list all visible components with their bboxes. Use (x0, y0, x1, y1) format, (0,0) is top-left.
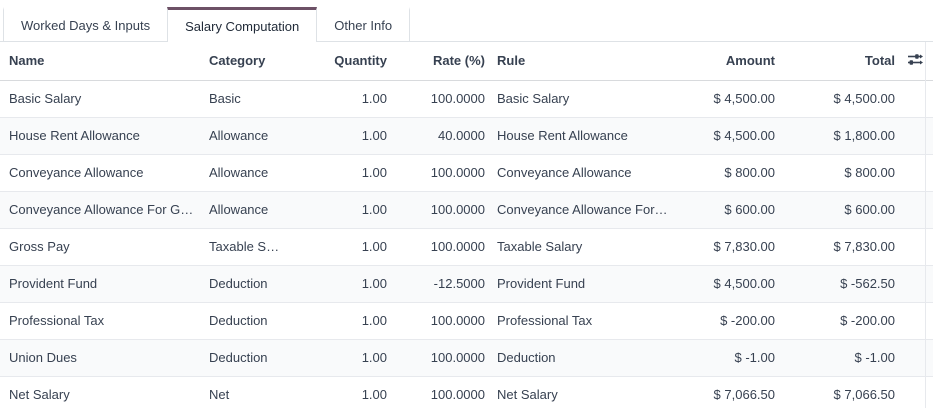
rate-cell: -12.5000 (390, 265, 488, 302)
column-header-name[interactable]: Name (0, 42, 200, 80)
table-row[interactable]: Basic Salary Basic 1.00 100.0000 Basic S… (0, 80, 933, 117)
amount-cell: $ 4,500.00 (678, 80, 778, 117)
salary-table-body: Basic Salary Basic 1.00 100.0000 Basic S… (0, 80, 933, 408)
table-row[interactable]: Union Dues Deduction 1.00 100.0000 Deduc… (0, 339, 933, 376)
rule-cell: Conveyance Allowance For… (488, 191, 678, 228)
tab-other-info[interactable]: Other Info (316, 7, 410, 41)
amount-cell: $ 4,500.00 (678, 117, 778, 154)
total-cell: $ 7,830.00 (778, 228, 898, 265)
column-header-rule[interactable]: Rule (488, 42, 678, 80)
row-icon-spacer (898, 117, 933, 154)
amount-cell: $ 800.00 (678, 154, 778, 191)
column-header-category[interactable]: Category (200, 42, 310, 80)
quantity-cell: 1.00 (310, 191, 390, 228)
row-icon-spacer (898, 228, 933, 265)
rate-cell: 40.0000 (390, 117, 488, 154)
rate-cell: 100.0000 (390, 376, 488, 408)
rule-cell: Professional Tax (488, 302, 678, 339)
table-row[interactable]: Gross Pay Taxable S… 1.00 100.0000 Taxab… (0, 228, 933, 265)
quantity-cell: 1.00 (310, 339, 390, 376)
rule-cell: House Rent Allowance (488, 117, 678, 154)
rule-cell: Deduction (488, 339, 678, 376)
table-row[interactable]: Conveyance Allowance For G… Allowance 1.… (0, 191, 933, 228)
table-row[interactable]: Professional Tax Deduction 1.00 100.0000… (0, 302, 933, 339)
column-header-total[interactable]: Total (778, 42, 898, 80)
row-icon-spacer (898, 154, 933, 191)
rule-cell: Conveyance Allowance (488, 154, 678, 191)
rate-cell: 100.0000 (390, 339, 488, 376)
quantity-cell: 1.00 (310, 376, 390, 408)
table-right-border (925, 42, 926, 408)
rate-cell: 100.0000 (390, 228, 488, 265)
rule-cell: Provident Fund (488, 265, 678, 302)
rule-cell: Net Salary (488, 376, 678, 408)
rule-cell: Taxable Salary (488, 228, 678, 265)
column-header-amount[interactable]: Amount (678, 42, 778, 80)
column-header-rate[interactable]: Rate (%) (390, 42, 488, 80)
total-cell: $ -562.50 (778, 265, 898, 302)
salary-computation-table: Name Category Quantity Rate (%) Rule Amo… (0, 42, 933, 408)
quantity-cell: 1.00 (310, 117, 390, 154)
amount-cell: $ -200.00 (678, 302, 778, 339)
quantity-cell: 1.00 (310, 154, 390, 191)
rule-name-cell: Net Salary (0, 376, 200, 408)
total-cell: $ 4,500.00 (778, 80, 898, 117)
row-icon-spacer (898, 80, 933, 117)
total-cell: $ 800.00 (778, 154, 898, 191)
table-row[interactable]: Conveyance Allowance Allowance 1.00 100.… (0, 154, 933, 191)
category-cell: Deduction (200, 265, 310, 302)
total-cell: $ 600.00 (778, 191, 898, 228)
total-cell: $ 7,066.50 (778, 376, 898, 408)
payslip-lines-panel: Worked Days & Inputs Salary Computation … (0, 0, 933, 408)
notebook-tab-strip: Worked Days & Inputs Salary Computation … (0, 0, 933, 42)
optional-columns-button[interactable] (898, 42, 933, 80)
rule-name-cell: Conveyance Allowance (0, 154, 200, 191)
quantity-cell: 1.00 (310, 80, 390, 117)
table-row[interactable]: Provident Fund Deduction 1.00 -12.5000 P… (0, 265, 933, 302)
category-cell: Allowance (200, 117, 310, 154)
row-icon-spacer (898, 302, 933, 339)
total-cell: $ -200.00 (778, 302, 898, 339)
amount-cell: $ 4,500.00 (678, 265, 778, 302)
category-cell: Deduction (200, 339, 310, 376)
rate-cell: 100.0000 (390, 191, 488, 228)
tab-worked-days-inputs[interactable]: Worked Days & Inputs (3, 7, 168, 41)
quantity-cell: 1.00 (310, 228, 390, 265)
amount-cell: $ 7,830.00 (678, 228, 778, 265)
table-row[interactable]: House Rent Allowance Allowance 1.00 40.0… (0, 117, 933, 154)
rate-cell: 100.0000 (390, 302, 488, 339)
category-cell: Net (200, 376, 310, 408)
row-icon-spacer (898, 265, 933, 302)
rule-name-cell: Conveyance Allowance For G… (0, 191, 200, 228)
rule-name-cell: Provident Fund (0, 265, 200, 302)
category-cell: Allowance (200, 154, 310, 191)
amount-cell: $ 600.00 (678, 191, 778, 228)
tab-salary-computation[interactable]: Salary Computation (167, 7, 317, 42)
rule-name-cell: House Rent Allowance (0, 117, 200, 154)
column-options-sliders-icon[interactable] (907, 52, 924, 70)
rule-name-cell: Professional Tax (0, 302, 200, 339)
rule-name-cell: Union Dues (0, 339, 200, 376)
row-icon-spacer (898, 191, 933, 228)
category-cell: Taxable S… (200, 228, 310, 265)
row-icon-spacer (898, 339, 933, 376)
rate-cell: 100.0000 (390, 80, 488, 117)
rule-name-cell: Basic Salary (0, 80, 200, 117)
rule-cell: Basic Salary (488, 80, 678, 117)
quantity-cell: 1.00 (310, 265, 390, 302)
rule-name-cell: Gross Pay (0, 228, 200, 265)
category-cell: Basic (200, 80, 310, 117)
rate-cell: 100.0000 (390, 154, 488, 191)
table-header-row: Name Category Quantity Rate (%) Rule Amo… (0, 42, 933, 80)
column-header-quantity[interactable]: Quantity (310, 42, 390, 80)
table-row[interactable]: Net Salary Net 1.00 100.0000 Net Salary … (0, 376, 933, 408)
amount-cell: $ 7,066.50 (678, 376, 778, 408)
category-cell: Allowance (200, 191, 310, 228)
total-cell: $ -1.00 (778, 339, 898, 376)
quantity-cell: 1.00 (310, 302, 390, 339)
category-cell: Deduction (200, 302, 310, 339)
amount-cell: $ -1.00 (678, 339, 778, 376)
row-icon-spacer (898, 376, 933, 408)
total-cell: $ 1,800.00 (778, 117, 898, 154)
